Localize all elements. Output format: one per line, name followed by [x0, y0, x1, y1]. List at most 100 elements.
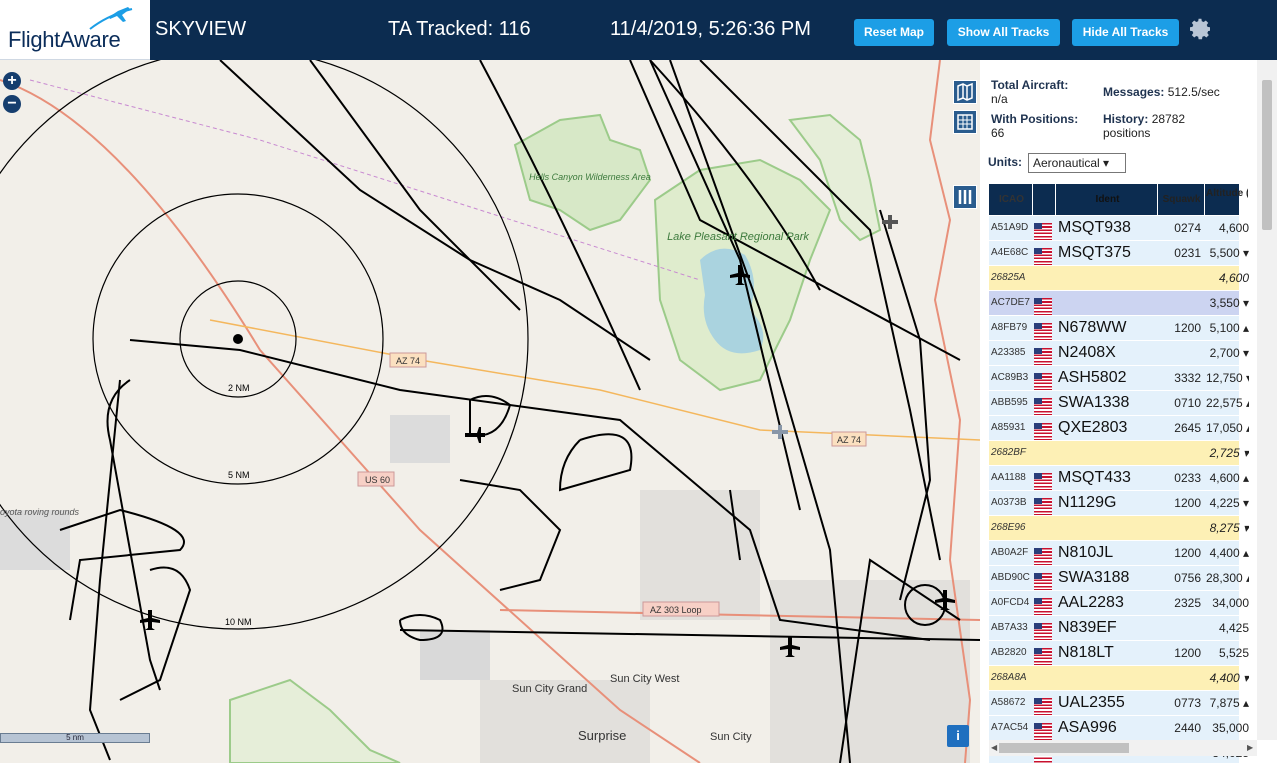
altitude-cell: 3,550 ▾ — [1209, 296, 1249, 310]
table-row[interactable]: A58672 UAL2355 0773 7,875 ▴ — [989, 691, 1249, 716]
flag-cell — [1034, 641, 1056, 665]
map-canvas[interactable]: Hells Canyon Wilderness Area Lake Pleasa… — [0, 60, 980, 763]
map-layer-button[interactable] — [953, 80, 977, 104]
altitude-cell: 12,750 ▾ — [1206, 371, 1249, 385]
ident-cell — [1058, 291, 1158, 315]
icao-cell: A51A9D — [991, 222, 1029, 233]
table-row[interactable]: A85931 QXE2803 2645 17,050 ▴ — [989, 416, 1249, 441]
table-row[interactable]: 268E96 8,275 ▾ — [989, 516, 1249, 541]
altitude-cell: 7,875 ▴ — [1209, 696, 1249, 710]
table-row[interactable]: A7AC54 ASA996 2440 35,000 — [989, 716, 1249, 741]
altitude-cell: 4,600 ▴ — [1209, 471, 1249, 485]
table-row[interactable]: AC89B3 ASH5802 3332 12,750 ▾ — [989, 366, 1249, 391]
sun-city-label: Sun City — [710, 731, 752, 743]
flag-cell — [1034, 216, 1056, 240]
ring-2nm-label: 2 NM — [228, 383, 250, 393]
icao-cell: A23385 — [991, 347, 1026, 358]
table-row[interactable]: A0FCD4 AAL2283 2325 34,000 — [989, 591, 1249, 616]
ident-cell — [1058, 666, 1158, 690]
icao-cell: AB0A2F — [991, 547, 1029, 558]
flag-cell — [1034, 616, 1056, 640]
green-area-sw — [229, 678, 401, 763]
squawk-cell — [1159, 266, 1205, 290]
icao-cell: A7AC54 — [991, 722, 1029, 733]
table-row[interactable]: A0373B N1129G 1200 4,225 ▾ — [989, 491, 1249, 516]
table-row[interactable]: AC7DE7 3,550 ▾ — [989, 291, 1249, 316]
icao-cell: 268A8A — [991, 672, 1027, 683]
ident-cell: UAL2355 — [1058, 694, 1125, 711]
table-row[interactable]: 268A8A 4,400 ▾ — [989, 666, 1249, 691]
table-header: ICAO Ident Squawk Altitude (ft) — [989, 184, 1249, 216]
flag-cell — [1034, 516, 1056, 540]
hells-canyon-label: Hells Canyon Wilderness Area — [529, 172, 651, 182]
flag-cell — [1034, 416, 1056, 440]
altitude-cell: 5,100 ▴ — [1209, 321, 1249, 335]
units-label: Units: — [988, 155, 1022, 169]
table-row[interactable]: AB2820 N818LT 1200 5,525 — [989, 641, 1249, 666]
squawk-cell — [1159, 616, 1205, 640]
units-select[interactable]: Aeronautical ▾ — [1028, 153, 1126, 173]
altitude-cell: 17,050 ▴ — [1206, 421, 1249, 435]
altitude-cell: 4,400 ▴ — [1209, 546, 1249, 560]
icao-cell: AB7A33 — [991, 622, 1028, 633]
table-row[interactable]: ABD90C SWA3188 0756 28,300 ▴ — [989, 566, 1249, 591]
hide-all-tracks-button[interactable]: Hide All Tracks — [1072, 19, 1179, 46]
gear-icon[interactable] — [1189, 17, 1213, 41]
icao-cell: AB2820 — [991, 647, 1027, 658]
vertical-scroll-thumb[interactable] — [1262, 80, 1272, 230]
zoom-in-button[interactable]: + — [3, 72, 21, 90]
squawk-cell: 1200 — [1174, 546, 1201, 560]
ident-cell — [1058, 266, 1158, 290]
flag-cell — [1034, 291, 1056, 315]
ident-cell: MSQT938 — [1058, 219, 1131, 236]
reset-map-button[interactable]: Reset Map — [854, 19, 934, 46]
us-flag-icon — [1034, 398, 1052, 415]
table-row[interactable]: ABB595 SWA1338 0710 22,575 ▴ — [989, 391, 1249, 416]
columns-button[interactable] — [953, 185, 977, 209]
lake-pleasant-label: Lake Pleasant Regional Park — [667, 231, 809, 243]
table-row[interactable]: AA1188 MSQT433 0233 4,600 ▴ — [989, 466, 1249, 491]
us-flag-icon — [1034, 323, 1052, 340]
toyota-label: oyota roving rounds — [0, 507, 80, 517]
show-all-tracks-button[interactable]: Show All Tracks — [947, 19, 1060, 46]
receiver-site — [233, 334, 243, 344]
grid-button[interactable] — [953, 110, 977, 134]
flightaware-logo[interactable]: FlightAware — [0, 0, 150, 60]
table-row[interactable]: A23385 N2408X 2,700 ▾ — [989, 341, 1249, 366]
altitude-cell: 4,425 — [1218, 621, 1249, 635]
table-body: A51A9D MSQT938 0274 4,600 A4E68C MSQT375 0231 5… — [989, 216, 1249, 763]
table-row[interactable]: 26825A 4,600 — [989, 266, 1249, 291]
col-icao[interactable]: ICAO — [989, 184, 1033, 216]
scroll-right-icon[interactable]: ▶ — [1247, 743, 1253, 752]
table-row[interactable]: A4E68C MSQT375 0231 5,500 ▾ — [989, 241, 1249, 266]
ident-cell: MSQT375 — [1058, 244, 1131, 261]
total-aircraft: Total Aircraft: n/a — [991, 78, 1069, 106]
icao-cell: ABD90C — [991, 572, 1030, 583]
info-button[interactable]: i — [947, 725, 969, 747]
scroll-left-icon[interactable]: ◀ — [991, 743, 997, 752]
horizontal-scroll-thumb[interactable] — [999, 743, 1129, 753]
table-row[interactable]: 2682BF 2,725 ▾ — [989, 441, 1249, 466]
table-row[interactable]: AB7A33 N839EF 4,425 — [989, 616, 1249, 641]
table-row[interactable]: A8FB79 N678WW 1200 5,100 ▴ — [989, 316, 1249, 341]
col-altitude[interactable]: Altitude (ft) — [1206, 184, 1249, 216]
table-row[interactable]: A51A9D MSQT938 0274 4,600 — [989, 216, 1249, 241]
ident-cell: SWA1338 — [1058, 394, 1130, 411]
ident-cell — [1058, 441, 1158, 465]
squawk-cell: 0274 — [1174, 221, 1201, 235]
us-flag-icon — [1034, 698, 1052, 715]
horizontal-scrollbar[interactable]: ◀ ▶ — [989, 740, 1257, 756]
table-row[interactable]: AB0A2F N810JL 1200 4,400 ▴ — [989, 541, 1249, 566]
col-ident[interactable]: Ident — [1058, 184, 1158, 216]
aircraft-table: ICAO Ident Squawk Altitude (ft) A51A9D MS… — [989, 184, 1249, 763]
map-area[interactable]: Hells Canyon Wilderness Area Lake Pleasa… — [0, 60, 980, 763]
vertical-scrollbar[interactable] — [1257, 60, 1277, 740]
col-squawk[interactable]: Squawk — [1159, 184, 1205, 216]
flag-cell — [1034, 691, 1056, 715]
col-flag[interactable] — [1034, 184, 1056, 216]
ident-cell: ASA996 — [1058, 719, 1117, 736]
icao-cell: A58672 — [991, 697, 1026, 708]
altitude-cell: 5,525 — [1218, 646, 1249, 660]
zoom-out-button[interactable]: − — [3, 95, 21, 113]
icao-cell: A8FB79 — [991, 322, 1028, 333]
